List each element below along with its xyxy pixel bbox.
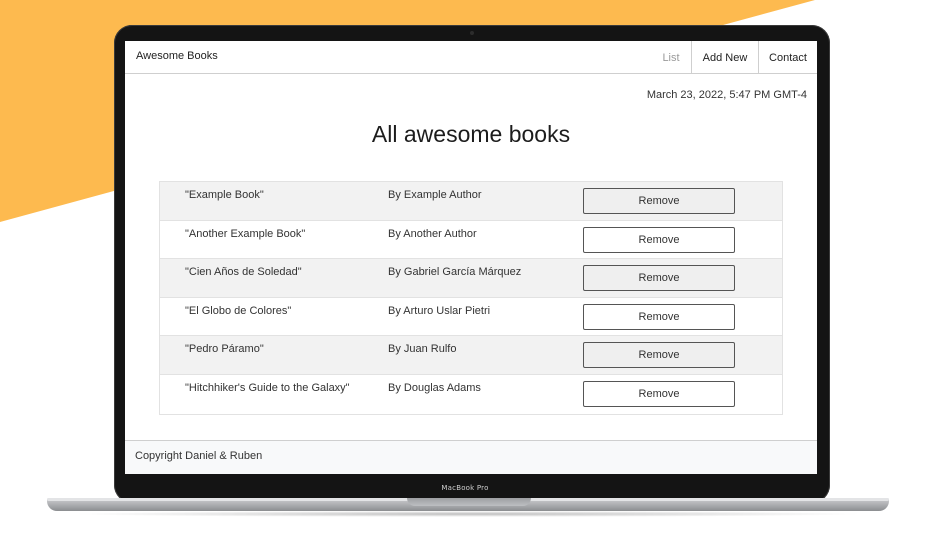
book-row: "Cien Años de Soledad" By Gabriel García… [160, 259, 782, 298]
laptop-shadow [70, 511, 866, 517]
book-row: "Hitchhiker's Guide to the Galaxy" By Do… [160, 374, 782, 414]
footer: Copyright Daniel & Ruben [125, 440, 817, 474]
current-date: March 23, 2022, 5:47 PM GMT-4 [646, 89, 807, 101]
nav-link-add-new[interactable]: Add New [691, 41, 758, 74]
navbar: Awesome Books List Add New Contact [125, 41, 817, 74]
nav-links: List Add New Contact [651, 41, 817, 74]
book-row: "Pedro Páramo" By Juan Rulfo Remove [160, 336, 782, 375]
book-author: By Juan Rulfo [388, 343, 457, 356]
book-list: "Example Book" By Example Author Remove … [159, 181, 783, 415]
book-title: "Pedro Páramo" [185, 343, 264, 356]
brand-logo-text[interactable]: Awesome Books [136, 50, 218, 62]
book-author: By Arturo Uslar Pietri [388, 304, 491, 317]
remove-button[interactable]: Remove [583, 265, 735, 292]
book-author: By Gabriel García Márquez [388, 266, 522, 279]
remove-button[interactable]: Remove [583, 226, 735, 253]
book-row: "El Globo de Colores" By Arturo Uslar Pi… [160, 297, 782, 337]
book-row: "Another Example Book" By Another Author… [160, 220, 782, 260]
webcam-icon [470, 31, 474, 35]
book-title: "Another Example Book" [185, 227, 306, 240]
laptop-screen: Awesome Books List Add New Contact March… [125, 41, 817, 474]
book-title: "Hitchhiker's Guide to the Galaxy" [185, 381, 350, 394]
remove-button[interactable]: Remove [583, 188, 735, 214]
remove-button[interactable]: Remove [583, 342, 735, 369]
nav-link-list[interactable]: List [651, 41, 691, 74]
remove-button[interactable]: Remove [583, 380, 735, 407]
book-author: By Another Author [388, 227, 477, 240]
book-author: By Example Author [388, 189, 482, 201]
nav-link-contact[interactable]: Contact [758, 41, 817, 74]
page-title: All awesome books [371, 121, 571, 147]
device-label: MacBook Pro [441, 484, 489, 492]
book-title: "Cien Años de Soledad" [185, 266, 302, 279]
book-row: "Example Book" By Example Author Remove [160, 182, 782, 221]
remove-button[interactable]: Remove [583, 303, 735, 330]
laptop-opening-notch [407, 498, 531, 506]
book-title: "Example Book" [185, 189, 264, 201]
copyright-text: Copyright Daniel & Ruben [135, 450, 263, 462]
book-title: "El Globo de Colores" [185, 304, 292, 317]
book-author: By Douglas Adams [388, 381, 481, 394]
